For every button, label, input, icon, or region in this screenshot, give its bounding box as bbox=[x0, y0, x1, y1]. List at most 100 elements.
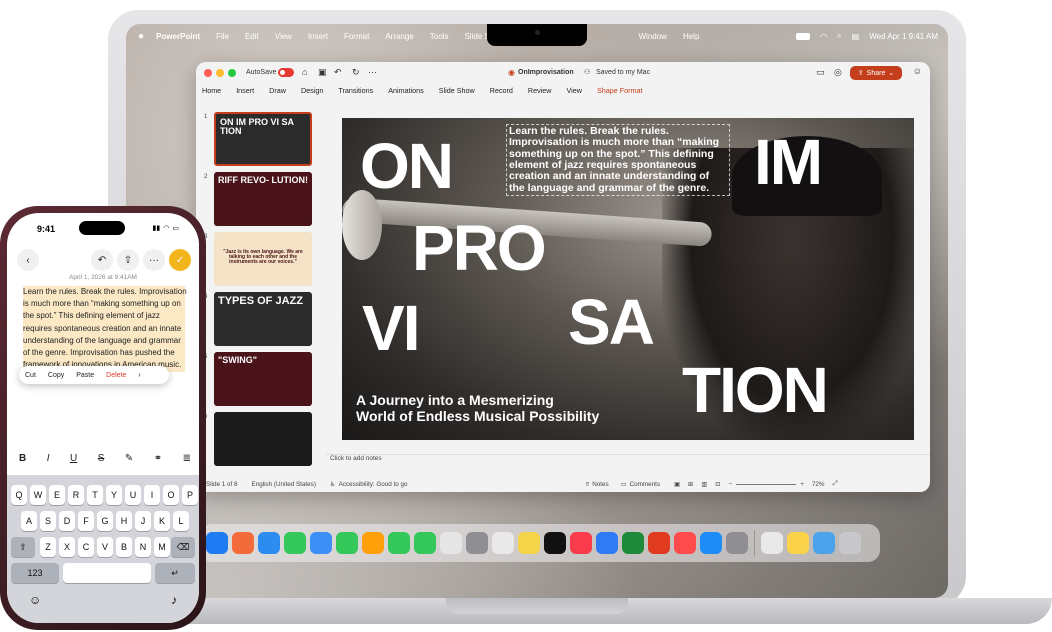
share-button[interactable]: ⇪ Share ⌄ bbox=[850, 66, 902, 80]
more-button[interactable]: ··· bbox=[143, 249, 165, 271]
dock-app-icon[interactable] bbox=[362, 532, 384, 554]
reading-view-icon[interactable]: ▥ bbox=[701, 481, 707, 488]
dock-app-icon[interactable] bbox=[232, 532, 254, 554]
battery-icon[interactable] bbox=[796, 32, 811, 40]
key-j[interactable]: J bbox=[135, 511, 151, 531]
dock-app-icon[interactable] bbox=[310, 532, 332, 554]
record-icon[interactable]: ◎ bbox=[834, 67, 842, 78]
slide-thumbnail[interactable]: "SWING" bbox=[214, 352, 312, 406]
slide-thumbnail[interactable] bbox=[214, 412, 312, 466]
key-d[interactable]: D bbox=[59, 511, 75, 531]
menu-arrange[interactable]: Arrange bbox=[385, 32, 413, 41]
comment-icon[interactable]: ▭ bbox=[816, 67, 825, 78]
key-v[interactable]: V bbox=[97, 537, 113, 557]
list-icon[interactable]: ≣ bbox=[183, 453, 191, 464]
key-l[interactable]: L bbox=[173, 511, 189, 531]
dock-app-icon[interactable] bbox=[518, 532, 540, 554]
dock-app-icon[interactable] bbox=[414, 532, 436, 554]
done-button[interactable]: ✓ bbox=[169, 249, 191, 271]
menu-insert[interactable]: Insert bbox=[308, 32, 328, 41]
apple-menu-icon[interactable]: ● bbox=[138, 31, 144, 42]
menu-edit[interactable]: Edit bbox=[245, 32, 259, 41]
accessibility-status[interactable]: Accessibility: Good to go bbox=[339, 481, 408, 488]
key-z[interactable]: Z bbox=[40, 537, 56, 557]
tab-insert[interactable]: Insert bbox=[236, 86, 254, 100]
key-w[interactable]: W bbox=[30, 485, 46, 505]
language-indicator[interactable]: English (United States) bbox=[252, 481, 316, 488]
tab-view[interactable]: View bbox=[567, 86, 582, 100]
zoom-window-button[interactable] bbox=[228, 69, 236, 77]
undo-button[interactable]: ↶ bbox=[91, 249, 113, 271]
key-t[interactable]: T bbox=[87, 485, 103, 505]
back-button[interactable]: ‹ bbox=[17, 249, 39, 271]
normal-view-icon[interactable]: ▣ bbox=[674, 481, 680, 488]
dock-app-icon[interactable] bbox=[787, 532, 809, 554]
key-i[interactable]: I bbox=[144, 485, 160, 505]
dock-app-icon[interactable] bbox=[492, 532, 514, 554]
copy-menu-item[interactable]: Copy bbox=[42, 372, 70, 379]
key-f[interactable]: F bbox=[78, 511, 94, 531]
return-key[interactable]: ↵ bbox=[155, 563, 195, 583]
key-q[interactable]: Q bbox=[11, 485, 27, 505]
document-title[interactable]: OnImprovisation bbox=[518, 69, 574, 76]
dock-app-icon[interactable] bbox=[206, 532, 228, 554]
delete-menu-item[interactable]: Delete bbox=[100, 372, 132, 379]
link-icon[interactable]: ⚭ bbox=[154, 453, 162, 464]
key-r[interactable]: R bbox=[68, 485, 84, 505]
key-h[interactable]: H bbox=[116, 511, 132, 531]
tab-record[interactable]: Record bbox=[490, 86, 513, 100]
bold-icon[interactable]: B bbox=[19, 453, 26, 464]
zoom-in-icon[interactable]: + bbox=[800, 481, 804, 488]
tab-animations[interactable]: Animations bbox=[388, 86, 424, 100]
more-icon[interactable]: ··· bbox=[368, 67, 377, 77]
cut-menu-item[interactable]: Cut bbox=[19, 372, 42, 379]
slide-subtitle[interactable]: A Journey into a Mesmerizing World of En… bbox=[356, 392, 599, 424]
dock-app-icon[interactable] bbox=[336, 532, 358, 554]
zoom-slider[interactable] bbox=[736, 483, 797, 485]
key-c[interactable]: C bbox=[78, 537, 94, 557]
underline-icon[interactable]: U bbox=[70, 453, 77, 464]
emoji-icon[interactable]: ☺ bbox=[29, 593, 41, 607]
tab-slide-show[interactable]: Slide Show bbox=[439, 86, 475, 100]
ribbon-options-icon[interactable]: ☺ bbox=[913, 66, 922, 76]
menu-help[interactable]: Help bbox=[683, 32, 699, 41]
menu-window[interactable]: Window bbox=[639, 32, 667, 41]
fit-to-window-icon[interactable]: ⤢ bbox=[833, 480, 838, 488]
control-center-icon[interactable]: ▤ bbox=[852, 32, 860, 41]
close-window-button[interactable] bbox=[204, 69, 212, 77]
key-a[interactable]: A bbox=[21, 511, 37, 531]
microphone-icon[interactable]: ♪ bbox=[171, 593, 177, 607]
autosave-toggle[interactable] bbox=[278, 68, 294, 77]
italic-icon[interactable]: I bbox=[47, 453, 50, 464]
tab-home[interactable]: Home bbox=[202, 86, 221, 100]
tab-shape-format[interactable]: Shape Format bbox=[597, 86, 643, 100]
shift-key[interactable]: ⇧ bbox=[11, 537, 35, 557]
redo-icon[interactable]: ↻ bbox=[352, 67, 360, 78]
dock-app-icon[interactable] bbox=[700, 532, 722, 554]
key-e[interactable]: E bbox=[49, 485, 65, 505]
slideshow-icon[interactable]: ⊡ bbox=[715, 481, 720, 488]
zoom-out-icon[interactable]: − bbox=[729, 481, 733, 488]
key-g[interactable]: G bbox=[97, 511, 113, 531]
dock-app-icon[interactable] bbox=[258, 532, 280, 554]
key-y[interactable]: Y bbox=[106, 485, 122, 505]
dock-app-icon[interactable] bbox=[648, 532, 670, 554]
menu-view[interactable]: View bbox=[275, 32, 292, 41]
menu-app-name[interactable]: PowerPoint bbox=[156, 32, 200, 41]
dock-app-icon[interactable] bbox=[839, 532, 861, 554]
share-button[interactable]: ⇪ bbox=[117, 249, 139, 271]
speaker-notes-field[interactable]: Click to add notes bbox=[326, 454, 930, 470]
dock-app-icon[interactable] bbox=[570, 532, 592, 554]
menu-format[interactable]: Format bbox=[344, 32, 369, 41]
dock-app-icon[interactable] bbox=[596, 532, 618, 554]
tab-draw[interactable]: Draw bbox=[269, 86, 286, 100]
dock-app-icon[interactable] bbox=[440, 532, 462, 554]
dock-app-icon[interactable] bbox=[674, 532, 696, 554]
dock-app-icon[interactable] bbox=[284, 532, 306, 554]
menu-file[interactable]: File bbox=[216, 32, 229, 41]
key-u[interactable]: U bbox=[125, 485, 141, 505]
key-b[interactable]: B bbox=[116, 537, 132, 557]
strikethrough-icon[interactable]: S bbox=[98, 453, 105, 464]
paste-menu-item[interactable]: Paste bbox=[70, 372, 100, 379]
save-icon[interactable]: ▣ bbox=[318, 67, 327, 78]
